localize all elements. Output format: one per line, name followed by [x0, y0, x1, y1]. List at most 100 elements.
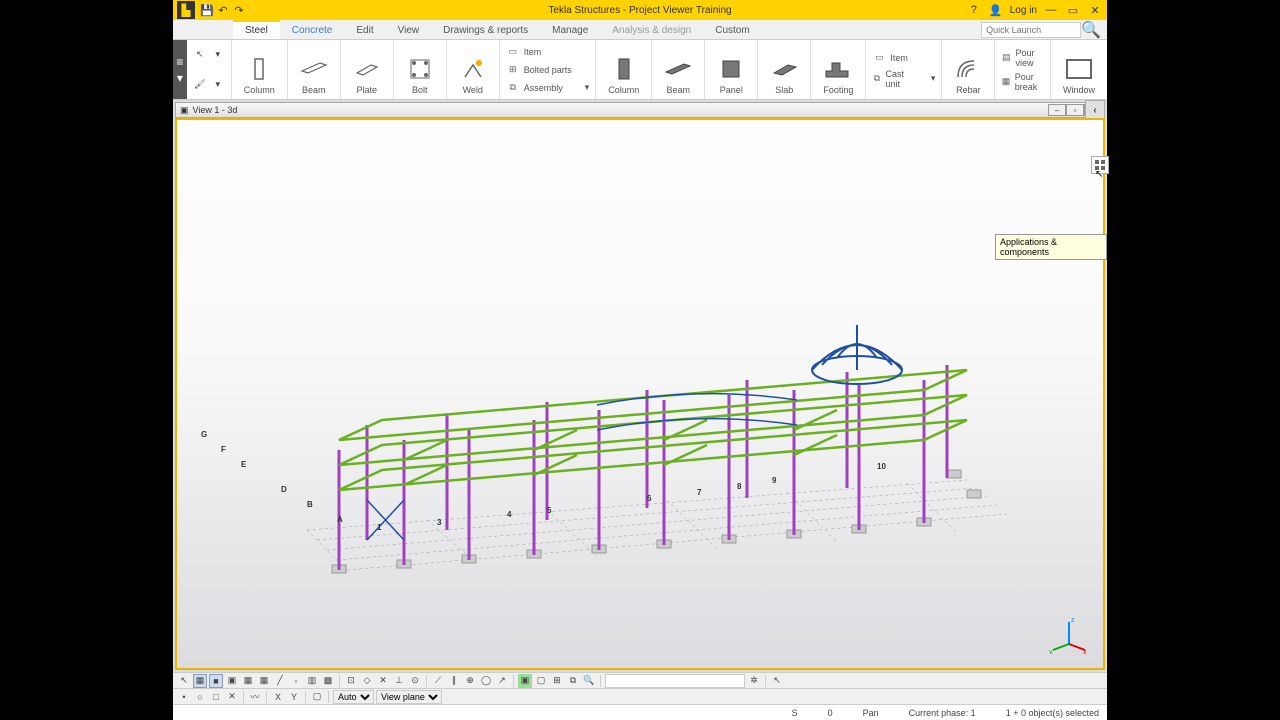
slab-icon: [770, 55, 798, 83]
sn-pt-icon[interactable]: •: [177, 690, 191, 704]
svg-text:x: x: [1083, 649, 1087, 654]
snap-cen-icon[interactable]: ⊕: [463, 674, 477, 688]
status-mode: Pan: [863, 708, 879, 718]
cursor-icon[interactable]: ↖: [193, 48, 207, 62]
comp-d-icon[interactable]: ⧉: [566, 674, 580, 688]
panel-button[interactable]: Panel: [713, 53, 749, 97]
snap-tan-icon[interactable]: ◯: [479, 674, 493, 688]
snap-mid-icon[interactable]: ◇: [360, 674, 374, 688]
maximize-icon[interactable]: ▭: [1065, 2, 1081, 18]
applications-button[interactable]: ↖: [1091, 156, 1109, 174]
tab-steel[interactable]: Steel: [233, 20, 280, 39]
comp-b-icon[interactable]: ▢: [534, 674, 548, 688]
redo-icon[interactable]: ↷: [231, 2, 247, 18]
grid-label: D: [281, 485, 287, 494]
help-icon[interactable]: ?: [966, 2, 982, 18]
3d-canvas[interactable]: G F E D B A 1 3 4 5 6 7 8 9 10 z x: [175, 118, 1105, 670]
snap-plane-select[interactable]: View plane: [376, 690, 442, 704]
close-icon[interactable]: ✕: [1087, 2, 1103, 18]
chevron-down-icon[interactable]: ▾: [211, 77, 225, 91]
comp-a-icon[interactable]: ▣: [518, 674, 532, 688]
bolt-button[interactable]: Bolt: [402, 53, 438, 97]
pointer-icon[interactable]: ↖: [770, 674, 784, 688]
snap-near-icon[interactable]: ⊙: [408, 674, 422, 688]
cast-unit-icon: ⧉: [872, 72, 881, 86]
slab-button[interactable]: Slab: [766, 53, 802, 97]
sel-face-icon[interactable]: ▥: [305, 674, 319, 688]
minimize-icon[interactable]: —: [1043, 2, 1059, 18]
weld-button[interactable]: Weld: [455, 53, 491, 97]
sn-sq-icon[interactable]: □: [209, 690, 223, 704]
quick-launch-input[interactable]: [981, 22, 1081, 38]
ribbon-handle[interactable]: ≡▾: [173, 40, 187, 99]
pour-view-icon: ▤: [1001, 51, 1011, 65]
item-button[interactable]: ▭Item: [506, 45, 590, 59]
view-max-icon[interactable]: ▫: [1066, 104, 1084, 116]
pour-view-button[interactable]: ▤Pour view: [1001, 48, 1044, 68]
sel-grid-icon[interactable]: ▦: [241, 674, 255, 688]
filter-settings-icon[interactable]: ✲: [747, 674, 761, 688]
conc-beam-button[interactable]: Beam: [660, 53, 696, 97]
sel-grid2-icon[interactable]: ▦: [257, 674, 271, 688]
search-icon[interactable]: 🔍: [1081, 20, 1101, 40]
cast-item-button[interactable]: ▭Item: [872, 51, 935, 65]
plate-button[interactable]: Plate: [349, 53, 385, 97]
column-button[interactable]: Column: [240, 53, 279, 97]
sel-object-icon[interactable]: ▣: [225, 674, 239, 688]
snap-int-icon[interactable]: ✕: [376, 674, 390, 688]
snap-perp-icon[interactable]: ⊥: [392, 674, 406, 688]
grid-label: 8: [737, 482, 741, 491]
brush-icon[interactable]: 🖌: [193, 77, 207, 91]
bolted-icon: ⊞: [506, 63, 520, 77]
sn-box-icon[interactable]: ▢: [310, 690, 324, 704]
window-button[interactable]: Window: [1059, 53, 1099, 97]
sel-part-icon[interactable]: ■: [209, 674, 223, 688]
snap-ext-icon[interactable]: ⟋: [431, 674, 445, 688]
tab-concrete[interactable]: Concrete: [280, 22, 345, 39]
grid-label: 4: [507, 510, 511, 519]
undo-icon[interactable]: ↶: [215, 2, 231, 18]
snap-mode-select[interactable]: Auto: [333, 690, 374, 704]
snap-toolbar: • ○ □ ✕ 〰 X Y ▢ Auto View plane: [173, 688, 1107, 704]
plate-icon: [353, 55, 381, 83]
filter-input[interactable]: [605, 674, 745, 688]
status-s: S: [792, 708, 798, 718]
tab-manage[interactable]: Manage: [540, 22, 600, 39]
comp-c-icon[interactable]: ⊞: [550, 674, 564, 688]
sn-cir-icon[interactable]: ○: [193, 690, 207, 704]
grid-label: 5: [547, 506, 551, 515]
snap-par-icon[interactable]: ∥: [447, 674, 461, 688]
bolted-parts-button[interactable]: ⊞Bolted parts: [506, 63, 590, 77]
view-min-icon[interactable]: –: [1048, 104, 1066, 116]
tab-custom[interactable]: Custom: [703, 22, 761, 39]
sn-axis-x-icon[interactable]: X: [271, 690, 285, 704]
assembly-button[interactable]: ⧉Assembly▾: [506, 81, 590, 95]
sn-axis-y-icon[interactable]: Y: [287, 690, 301, 704]
tab-analysis[interactable]: Analysis & design: [600, 22, 703, 39]
tab-view[interactable]: View: [386, 22, 432, 39]
user-icon[interactable]: 👤: [988, 2, 1004, 18]
snap-end-icon[interactable]: ⊡: [344, 674, 358, 688]
tab-drawings[interactable]: Drawings & reports: [431, 22, 540, 39]
sel-cursor-icon[interactable]: ↖: [177, 674, 191, 688]
status-zero: 0: [828, 708, 833, 718]
sel-all-icon[interactable]: ▦: [193, 674, 207, 688]
sn-wave-icon[interactable]: 〰: [248, 690, 262, 704]
zoom-icon[interactable]: 🔍: [582, 674, 596, 688]
login-link[interactable]: Log in: [1010, 5, 1037, 16]
conc-column-button[interactable]: Column: [604, 53, 643, 97]
side-collapse-icon[interactable]: ‹: [1085, 100, 1105, 120]
sel-vol-icon[interactable]: ▩: [321, 674, 335, 688]
footing-button[interactable]: Footing: [819, 53, 857, 97]
beam-button[interactable]: Beam: [296, 53, 332, 97]
sel-point-icon[interactable]: ◦: [289, 674, 303, 688]
snap-ref-icon[interactable]: ↗: [495, 674, 509, 688]
chevron-down-icon[interactable]: ▾: [211, 48, 225, 62]
sn-x-icon[interactable]: ✕: [225, 690, 239, 704]
sel-line-icon[interactable]: ╱: [273, 674, 287, 688]
cast-unit-button[interactable]: ⧉Cast unit▾: [872, 69, 935, 89]
pour-break-button[interactable]: ▦Pour break: [1001, 72, 1044, 92]
save-icon[interactable]: 💾: [199, 2, 215, 18]
rebar-button[interactable]: Rebar: [950, 53, 986, 97]
tab-edit[interactable]: Edit: [344, 22, 385, 39]
